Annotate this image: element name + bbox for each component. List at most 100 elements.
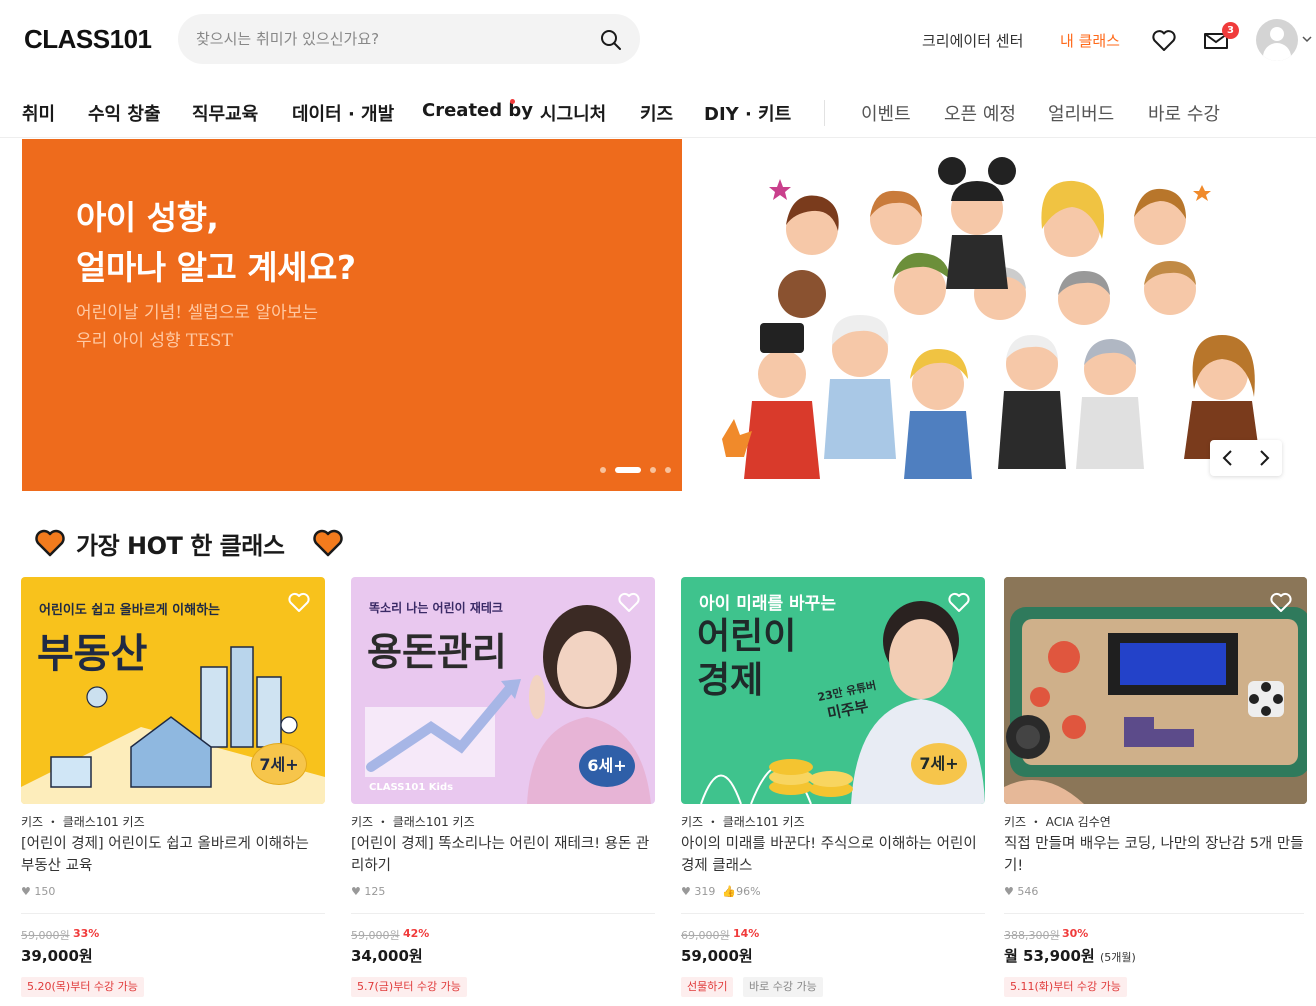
chevron-down-icon[interactable] [1302, 35, 1312, 43]
brand-watermark: CLASS101 Kids [369, 782, 454, 793]
class-stats: ♥ 546 [1004, 885, 1038, 898]
class-category: 키즈 ・ 클래스101 키즈 [351, 815, 475, 829]
class-card[interactable]: 키즈 ・ ACIA 김수연 직접 만들며 배우는 코딩, 나만의 장난감 5개 … [1004, 577, 1316, 1006]
thumbs-up-icon: 👍 [722, 885, 737, 898]
discount-rate: 42% [403, 927, 430, 940]
search-input[interactable] [196, 14, 586, 64]
installment-note: (5개월) [1099, 951, 1136, 964]
class-card[interactable]: 똑소리 나는 어린이 재테크 용돈관리 6세+ CLASS101 Kids 키즈… [351, 577, 655, 1006]
sale-price: 월 53,900원 (5개월) [1004, 947, 1136, 965]
age-badge: 6세+ [579, 745, 635, 787]
like-count: 125 [364, 885, 386, 898]
rating: 96% [736, 885, 761, 898]
original-price: 59,000원 [351, 929, 400, 942]
class-card[interactable]: 아이 미래를 바꾸는 어린이 경제 23만 유튜버 미주부 7세+ 키즈 ・ 클… [681, 577, 985, 1006]
availability-badge: 바로 수강 가능 [743, 977, 823, 997]
main-banner[interactable]: 아이 성향, 얼마나 알고 계세요? 어린이날 기념! 셀럽으로 알아보는 우리… [22, 139, 682, 491]
search-bar[interactable] [178, 14, 640, 64]
original-price: 69,000원 [681, 929, 730, 942]
sale-price: 59,000원 [681, 947, 753, 965]
chevron-left-icon[interactable] [1210, 440, 1246, 476]
my-class-link[interactable]: 내 클래스 [1060, 30, 1120, 51]
slide-dot[interactable] [665, 467, 671, 473]
creator-center-link[interactable]: 크리에이터 센터 [922, 30, 1023, 51]
nav-item-income[interactable]: 수익 창출 [88, 100, 161, 126]
class-stats: ♥ 125 [351, 885, 385, 898]
heart-icon: ♥ [1004, 885, 1014, 898]
banner-subtitle: 어린이날 기념! 셀럽으로 알아보는 우리 아이 성향 TEST [76, 303, 319, 351]
nav-item-instant[interactable]: 바로 수강 [1148, 100, 1220, 126]
wishlist-heart-icon[interactable] [287, 591, 311, 613]
class-title[interactable]: [어린이 경제] 똑소리나는 어린이 재테크! 용돈 관리하기 [351, 833, 655, 877]
section-title: 가장 HOT 한 클래스 [76, 532, 285, 560]
heart-icon [35, 529, 65, 557]
class-stats: ♥ 319 👍96% [681, 885, 761, 898]
banner-nav-arrows [1210, 440, 1282, 476]
class-thumbnail[interactable]: 똑소리 나는 어린이 재테크 용돈관리 6세+ CLASS101 Kids [351, 577, 655, 804]
nav-item-diy-kit[interactable]: DIY · 키트 [704, 100, 791, 126]
chevron-right-icon[interactable] [1246, 440, 1282, 476]
nav-item-early-bird[interactable]: 얼리버드 [1048, 100, 1114, 126]
cart-count-badge: 3 [1222, 22, 1239, 39]
like-count: 546 [1017, 885, 1039, 898]
toy-device-photo [1004, 577, 1307, 804]
wishlist-heart-icon[interactable] [947, 591, 971, 613]
original-price: 388,300원 [1004, 929, 1060, 942]
divider [21, 913, 325, 914]
discount-rate: 33% [73, 927, 100, 940]
heart-icon [313, 529, 343, 557]
nav-item-created-by[interactable]: Created by [422, 100, 533, 121]
discount-rate: 14% [733, 927, 760, 940]
class-title[interactable]: 직접 만들며 배우는 코딩, 나만의 장난감 5개 만들기! [1004, 833, 1304, 877]
sale-price: 34,000원 [351, 947, 423, 965]
nav-item-coming-soon[interactable]: 오픈 예정 [944, 100, 1016, 126]
nav-item-kids[interactable]: 키즈 [640, 100, 673, 126]
class-title[interactable]: [어린이 경제] 어린이도 쉽고 올바르게 이해하는 부동산 교육 [21, 833, 325, 877]
class-thumbnail[interactable]: 어린이도 쉽고 올바르게 이해하는 부동산 7세+ [21, 577, 325, 804]
nav-item-hobby[interactable]: 취미 [22, 100, 55, 126]
wishlist-heart-icon[interactable] [1269, 591, 1293, 613]
slide-dot[interactable] [650, 467, 656, 473]
heart-icon: ♥ [21, 885, 31, 898]
age-badge: 7세+ [251, 743, 307, 785]
logo[interactable]: CLASS101 [24, 24, 152, 55]
divider [681, 913, 985, 914]
nav-item-data-dev[interactable]: 데이터 · 개발 [292, 100, 394, 126]
class-card[interactable]: 어린이도 쉽고 올바르게 이해하는 부동산 7세+ 키즈 ・ 클래스101 키즈… [21, 577, 325, 1006]
divider [1004, 913, 1304, 914]
banner-illustration[interactable] [682, 139, 1316, 491]
like-count: 150 [34, 885, 56, 898]
age-badge: 7세+ [911, 743, 967, 785]
thumbnail-caption: 어린이도 쉽고 올바르게 이해하는 [39, 603, 221, 618]
class-thumbnail[interactable] [1004, 577, 1307, 804]
gift-badge: 선물하기 [681, 977, 734, 997]
nav-divider [824, 100, 825, 126]
slide-dot-active[interactable] [615, 467, 641, 473]
avatar[interactable] [1256, 19, 1298, 61]
discount-rate: 30% [1062, 927, 1089, 940]
wishlist-heart-icon[interactable] [617, 591, 641, 613]
like-count: 319 [694, 885, 716, 898]
nav-item-event[interactable]: 이벤트 [861, 100, 911, 126]
sale-price: 39,000원 [21, 947, 93, 965]
banner-pagination [600, 465, 680, 475]
nav-item-job-training[interactable]: 직무교육 [192, 100, 258, 126]
divider [351, 913, 655, 914]
slide-dot[interactable] [600, 467, 606, 473]
new-dot-indicator [510, 99, 515, 104]
celebrity-cartoon-illustration [722, 157, 1260, 479]
class-category: 키즈 ・ 클래스101 키즈 [21, 815, 145, 829]
header: CLASS101 크리에이터 센터 내 클래스 3 [0, 0, 1316, 80]
heart-icon: ♥ [681, 885, 691, 898]
class-stats: ♥ 150 [21, 885, 55, 898]
wishlist-heart-icon[interactable] [1150, 26, 1178, 54]
availability-badge: 5.20(목)부터 수강 가능 [21, 977, 144, 997]
class-category: 키즈 ・ ACIA 김수연 [1004, 815, 1111, 829]
banner-title: 아이 성향, 얼마나 알고 계세요? [76, 198, 356, 287]
class-thumbnail[interactable]: 아이 미래를 바꾸는 어린이 경제 23만 유튜버 미주부 7세+ [681, 577, 985, 804]
class-title[interactable]: 아이의 미래를 바꾼다! 주식으로 이해하는 어린이 경제 클래스 [681, 833, 985, 877]
search-icon[interactable] [600, 29, 622, 51]
availability-badge: 5.7(금)부터 수강 가능 [351, 977, 467, 997]
nav-item-signature[interactable]: 시그니처 [540, 100, 606, 126]
heart-icon: ♥ [351, 885, 361, 898]
